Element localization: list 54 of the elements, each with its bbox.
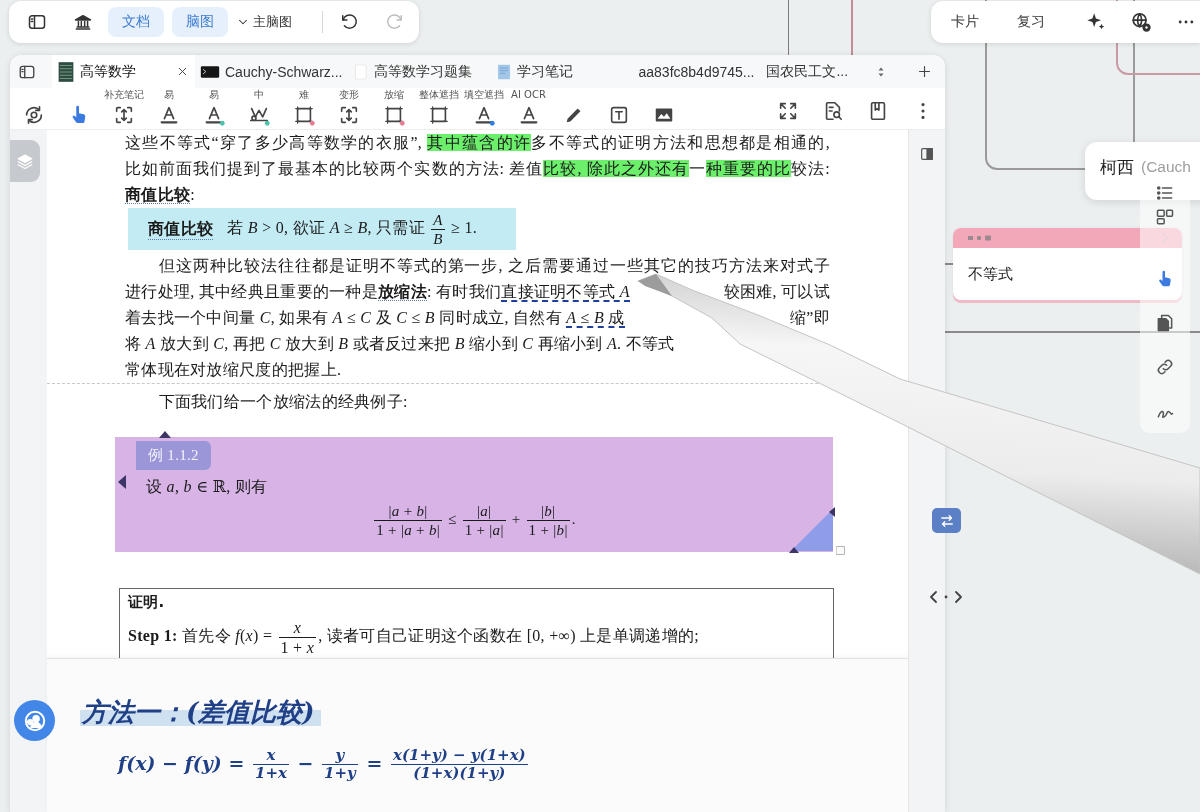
panel-toggle-icon[interactable] [919, 146, 935, 162]
square-handle-icon[interactable] [836, 546, 845, 555]
document-tab[interactable]: 高等数学 [52, 55, 195, 88]
corner-handle-icon[interactable] [789, 507, 835, 553]
tool-button[interactable]: 难 [281, 88, 326, 128]
handwritten-heading: 方法一：(差值比较) [80, 695, 321, 729]
swap-button[interactable] [932, 508, 961, 533]
left-handle-icon[interactable] [118, 475, 126, 489]
document-tab[interactable]: aa83fc8b4d9745... [634, 55, 763, 88]
tool-button[interactable]: 易 [146, 88, 191, 128]
layout-icon[interactable] [1155, 207, 1175, 227]
tool-button[interactable]: AI OCR [506, 88, 551, 128]
bank-icon[interactable] [73, 12, 93, 32]
paragraph-text: 下面我们给一个放缩法的经典例子: [157, 392, 409, 412]
proof-title: 证明. [128, 592, 166, 613]
layers-icon [16, 152, 34, 170]
top-handle-icon[interactable] [159, 431, 171, 438]
example-label: 例 1.1.2 [136, 441, 211, 470]
tool-button[interactable]: 易 [191, 88, 236, 128]
globe-help-icon[interactable] [1130, 11, 1152, 33]
close-icon[interactable] [176, 65, 189, 78]
document-tab[interactable]: 高等数学习题集 [348, 55, 492, 88]
tool-button[interactable]: 放缩 [371, 88, 416, 128]
node-note: (Cauch [1141, 158, 1191, 176]
mind-map-node[interactable]: 不等式 [953, 228, 1182, 300]
node-title: 不等式 [968, 264, 1013, 284]
example-text: 设 a, b ∈ ℝ, 则有 [146, 477, 268, 497]
map-menu-button[interactable]: 主脑图 [236, 7, 292, 37]
add-tab-icon[interactable] [917, 64, 932, 79]
book-cover-icon [57, 61, 75, 82]
node-title: 柯西 [1100, 156, 1134, 179]
undo-icon[interactable] [339, 12, 359, 32]
copy-icon[interactable] [1155, 313, 1175, 333]
document-tab[interactable]: Cauchy-Schwarz... [195, 55, 349, 88]
sidebar-icon[interactable] [27, 12, 47, 32]
review-button[interactable]: 卡片 [937, 7, 993, 37]
mind-map-node[interactable]: 柯西 (Cauch [1085, 142, 1200, 200]
document-tab[interactable]: 国农民工文... [762, 55, 857, 88]
tool-button[interactable]: 变形 [326, 88, 371, 128]
view-toggle[interactable]: 文档 [108, 7, 164, 37]
paragraph-text: 但这两种比较法往往都是证明不等式的第一步, 之后需要通过一些其它的技巧方法来对式子 进行处理, 其中经典且重要的一种是放缩法: 有时我们直接证明不等式 A 较困难, 可以试 着去找一个中间量 C, 如果有 A ≤ C 及 C ≤ B 同时成立, 自然有 A ≤ B 成 缩”即 将 A 放大到 C, 再把 C 放大到 B 或者反过来把 B 缩小到 C 再缩小到 A. 不等式 常体现在对放缩尺度的把握上. [125, 256, 830, 380]
list-icon[interactable] [1155, 183, 1175, 203]
frame-icon [427, 104, 450, 126]
tool-button[interactable]: 补充笔记 [101, 88, 146, 128]
link-icon[interactable] [1155, 357, 1175, 377]
review-button[interactable]: 复习 [1003, 7, 1059, 37]
document-tab[interactable]: 学习笔记 [491, 55, 635, 88]
term-label: 商值比较 [148, 218, 214, 240]
view-toggle[interactable]: 脑图 [172, 7, 228, 37]
chevron-pair-icon[interactable] [928, 589, 964, 605]
tool-button[interactable]: 整体遮挡 [416, 88, 461, 128]
header-marks-icon [967, 234, 993, 242]
tool-button[interactable]: 中 [236, 88, 281, 128]
tool-button[interactable]: 填空遮挡 [461, 88, 506, 128]
